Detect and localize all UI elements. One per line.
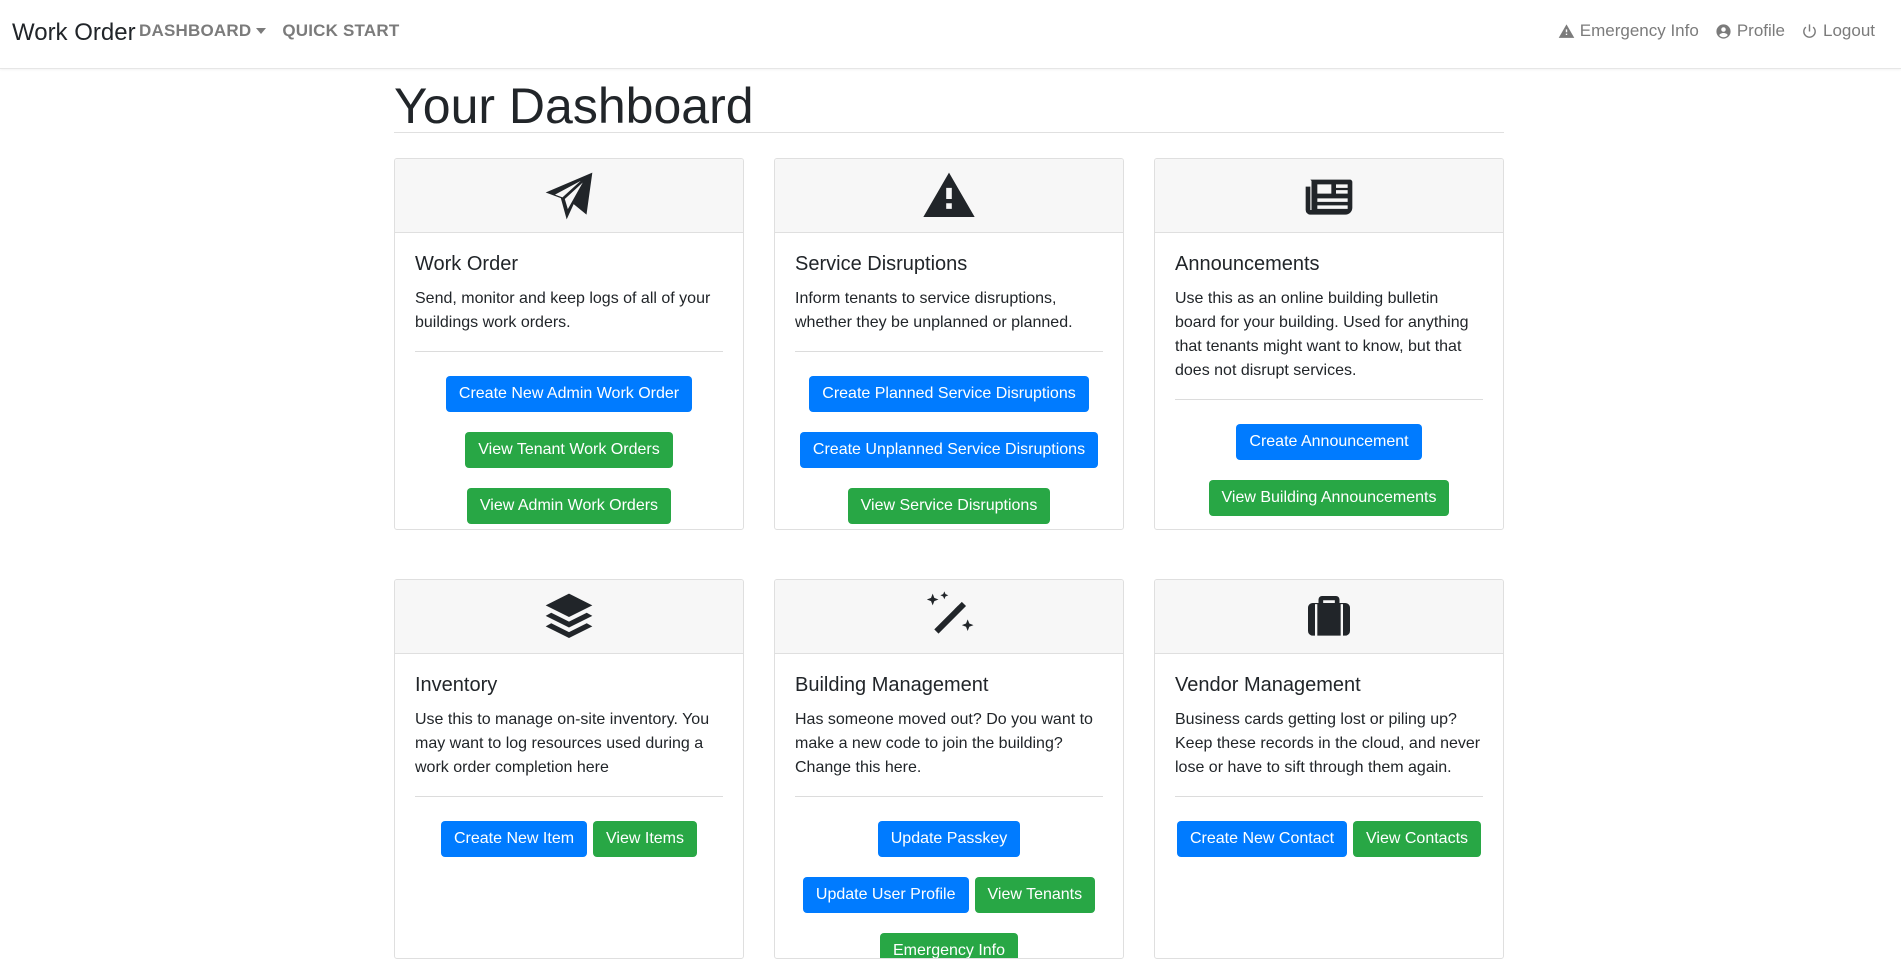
update-user-profile-button[interactable]: Update User Profile — [802, 877, 969, 913]
vendor-management-card: Vendor Management Business cards getting… — [1154, 579, 1504, 959]
button-group: Create New Item View Items — [415, 821, 723, 857]
card-title: Building Management — [795, 674, 989, 696]
nav-left: DASHBOARD QUICK START — [139, 21, 399, 41]
card-description: Business cards getting lost or piling up… — [1175, 711, 1481, 776]
divider — [415, 351, 723, 352]
update-passkey-button[interactable]: Update Passkey — [877, 821, 1021, 857]
divider — [1175, 796, 1483, 797]
divider — [1175, 399, 1483, 400]
card-body: Work Order Send, monitor and keep logs o… — [395, 233, 743, 529]
create-admin-work-order-button[interactable]: Create New Admin Work Order — [445, 376, 693, 412]
card-description: Send, monitor and keep logs of all of yo… — [415, 290, 711, 331]
card-title: Work Order — [415, 253, 518, 275]
dashboard-label: DASHBOARD — [139, 21, 252, 40]
create-new-contact-button[interactable]: Create New Contact — [1176, 821, 1348, 857]
card-description: Use this as an online building bulletin … — [1175, 290, 1469, 379]
create-announcement-button[interactable]: Create Announcement — [1236, 424, 1422, 460]
button-group: Create New Contact View Contacts — [1175, 821, 1483, 857]
view-tenant-work-orders-button[interactable]: View Tenant Work Orders — [465, 432, 673, 468]
emergency-info-label: Emergency Info — [1579, 21, 1699, 40]
briefcase-icon — [1308, 595, 1350, 636]
card-body: Service Disruptions Inform tenants to se… — [775, 233, 1123, 529]
view-contacts-button[interactable]: View Contacts — [1353, 821, 1482, 857]
card-header — [775, 580, 1123, 654]
magic-wand-icon — [926, 590, 974, 634]
view-building-announcements-button[interactable]: View Building Announcements — [1208, 480, 1450, 516]
logout-label: Logout — [1823, 21, 1875, 40]
user-circle-icon — [1716, 23, 1731, 39]
profile-link[interactable]: Profile — [1715, 21, 1785, 41]
layers-icon — [545, 593, 593, 638]
logout-link[interactable]: Logout — [1801, 21, 1875, 41]
card-body: Building Management Has someone moved ou… — [775, 654, 1123, 958]
newspaper-icon — [1305, 179, 1353, 215]
quick-start-link[interactable]: QUICK START — [282, 21, 399, 41]
divider — [795, 351, 1103, 352]
card-description: Inform tenants to service disruptions, w… — [795, 290, 1073, 331]
button-group: Create Planned Service Disruptions Creat… — [795, 376, 1103, 524]
card-title: Vendor Management — [1175, 674, 1361, 696]
divider — [795, 796, 1103, 797]
view-admin-work-orders-button[interactable]: View Admin Work Orders — [466, 488, 672, 524]
card-header — [395, 580, 743, 654]
card-title: Announcements — [1175, 253, 1320, 275]
service-disruptions-card: Service Disruptions Inform tenants to se… — [774, 158, 1124, 530]
card-header — [1155, 580, 1503, 654]
card-header — [395, 159, 743, 233]
warning-icon — [923, 172, 975, 217]
view-service-disruptions-button[interactable]: View Service Disruptions — [847, 488, 1051, 524]
announcements-card: Announcements Use this as an online buil… — [1154, 158, 1504, 530]
warning-icon — [1558, 23, 1575, 38]
building-management-card: Building Management Has someone moved ou… — [774, 579, 1124, 959]
divider — [415, 796, 723, 797]
button-group: Update Passkey Update User Profile View … — [795, 821, 1103, 958]
power-icon — [1803, 23, 1816, 38]
paper-plane-icon — [545, 172, 593, 219]
create-planned-disruption-button[interactable]: Create Planned Service Disruptions — [809, 376, 1089, 412]
top-navbar: Work Order DASHBOARD QUICK START Emergen… — [0, 0, 1901, 69]
card-title: Service Disruptions — [795, 253, 968, 275]
inventory-card: Inventory Use this to manage on-site inv… — [394, 579, 744, 959]
button-group: Create New Admin Work Order View Tenant … — [415, 376, 723, 524]
page-title: Your Dashboard — [394, 76, 1504, 134]
profile-label: Profile — [1736, 21, 1785, 40]
card-header — [775, 159, 1123, 233]
button-group: Create Announcement View Building Announ… — [1175, 424, 1483, 516]
card-title: Inventory — [415, 674, 498, 696]
emergency-info-link[interactable]: Emergency Info — [1558, 21, 1699, 41]
caret-down-icon — [256, 28, 267, 34]
create-new-item-button[interactable]: Create New Item — [441, 821, 588, 857]
card-body: Announcements Use this as an online buil… — [1155, 233, 1503, 529]
card-body: Vendor Management Business cards getting… — [1155, 654, 1503, 875]
work-order-card: Work Order Send, monitor and keep logs o… — [394, 158, 744, 530]
nav-right: Emergency Info Profile Logout — [1558, 21, 1875, 41]
card-body: Inventory Use this to manage on-site inv… — [395, 654, 743, 875]
card-description: Use this to manage on-site inventory. Yo… — [415, 711, 710, 776]
create-unplanned-disruption-button[interactable]: Create Unplanned Service Disruptions — [799, 432, 1099, 468]
dashboard-dropdown[interactable]: DASHBOARD — [139, 21, 267, 41]
view-items-button[interactable]: View Items — [593, 821, 697, 857]
emergency-info-button[interactable]: Emergency Info — [879, 933, 1019, 958]
brand-link[interactable]: Work Order — [12, 19, 136, 47]
card-header — [1155, 159, 1503, 233]
card-description: Has someone moved out? Do you want to ma… — [795, 711, 1093, 776]
view-tenants-button[interactable]: View Tenants — [974, 877, 1096, 913]
